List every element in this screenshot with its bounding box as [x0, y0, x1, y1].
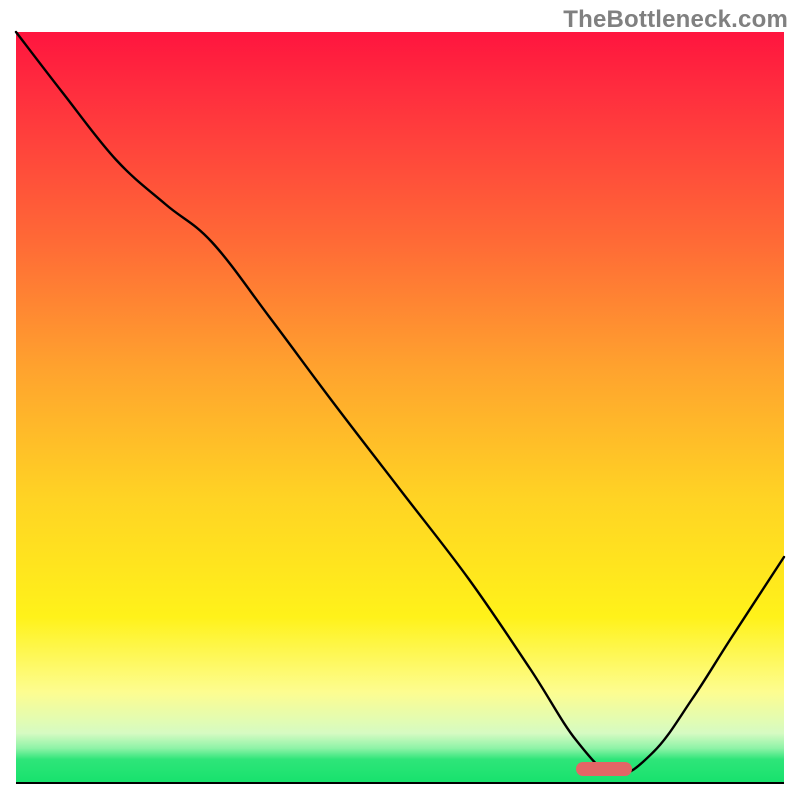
plot-area	[16, 32, 784, 782]
watermark-text: TheBottleneck.com	[563, 6, 788, 34]
optimal-marker	[576, 762, 632, 776]
trace-curve	[16, 32, 784, 782]
trace-path	[16, 32, 784, 775]
chart-stage: TheBottleneck.com	[0, 0, 800, 800]
x-axis-line	[16, 782, 784, 784]
